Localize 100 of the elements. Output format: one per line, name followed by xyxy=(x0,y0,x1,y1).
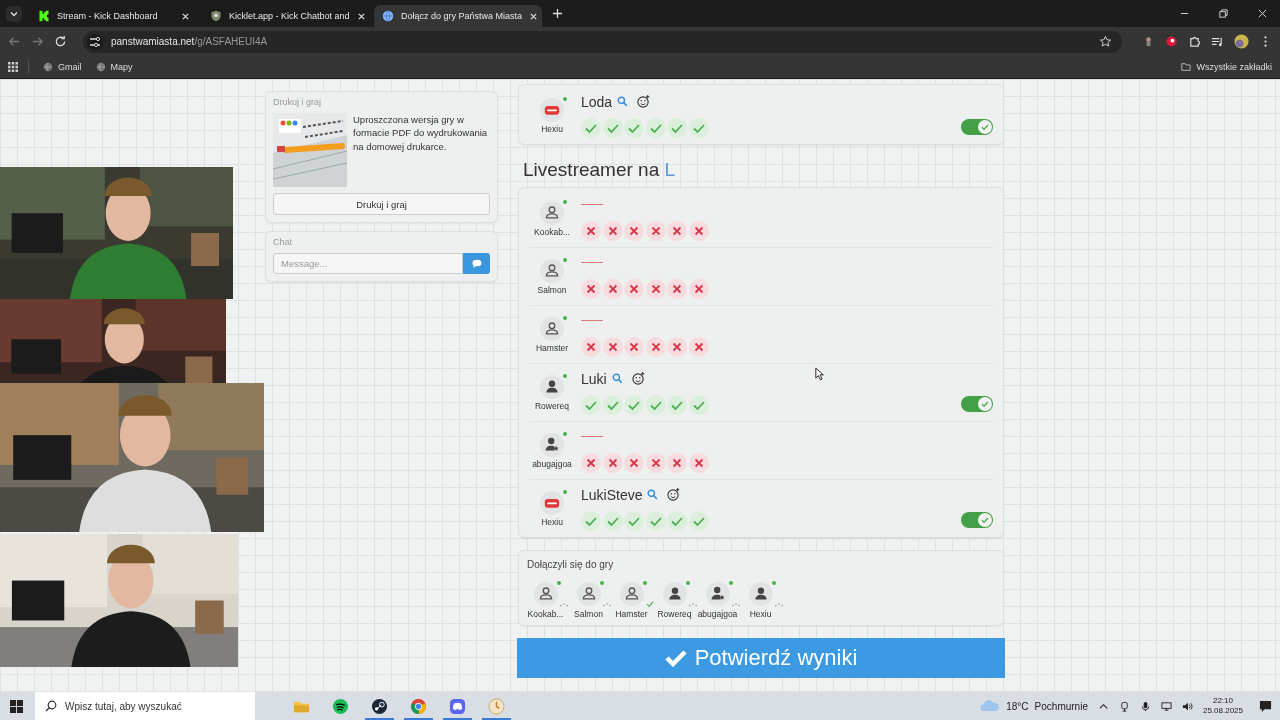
check-icon[interactable] xyxy=(602,510,623,531)
check-icon xyxy=(664,649,687,667)
cross-icon[interactable] xyxy=(688,336,709,357)
check-icon[interactable] xyxy=(581,394,601,415)
cross-icon[interactable] xyxy=(667,278,687,299)
avatar-icon xyxy=(619,582,644,606)
all-bookmarks-button[interactable]: Wszystkie zakładki xyxy=(1181,62,1272,72)
add-emoji-icon[interactable] xyxy=(667,488,681,501)
notifications-icon[interactable] xyxy=(1259,699,1272,713)
star-icon[interactable] xyxy=(1099,35,1112,48)
print-button[interactable]: Drukuj i graj xyxy=(273,193,490,215)
media-icon[interactable] xyxy=(1211,35,1224,48)
close-icon[interactable] xyxy=(529,11,539,21)
cross-icon[interactable] xyxy=(602,452,623,473)
cross-icon[interactable] xyxy=(581,220,601,241)
cross-icon[interactable] xyxy=(602,278,623,299)
check-icon[interactable] xyxy=(667,394,687,415)
cross-icon[interactable] xyxy=(602,336,623,357)
clock-date: 25.08.2025 xyxy=(1202,706,1243,716)
check-icon[interactable] xyxy=(581,117,601,138)
check-icon[interactable] xyxy=(624,510,644,531)
cross-icon[interactable] xyxy=(624,220,644,241)
check-icon[interactable] xyxy=(667,510,687,531)
check-icon[interactable] xyxy=(624,117,644,138)
check-icon[interactable] xyxy=(602,117,623,138)
cross-icon[interactable] xyxy=(624,278,644,299)
cross-icon[interactable] xyxy=(645,278,666,299)
bookmark[interactable]: Mapy xyxy=(95,62,133,72)
add-emoji-icon[interactable] xyxy=(631,372,645,385)
check-icon[interactable] xyxy=(688,117,709,138)
search-icon[interactable] xyxy=(611,373,623,384)
cross-icon[interactable] xyxy=(667,452,687,473)
webcam-icon[interactable] xyxy=(1118,700,1130,712)
close-icon[interactable] xyxy=(181,11,190,21)
browser-tab[interactable]: Kicklet.app - Kick Chatbot and xyxy=(202,5,370,27)
address-bar[interactable]: panstwamiasta.net/g/ASFAHEUI4A xyxy=(83,30,1122,53)
apps-icon[interactable] xyxy=(8,62,18,72)
bookmark[interactable]: Gmail xyxy=(43,62,82,72)
cross-icon[interactable] xyxy=(602,220,623,241)
windows-start-icon[interactable] xyxy=(10,699,23,713)
accept-toggle[interactable] xyxy=(961,395,993,412)
app-icon[interactable] xyxy=(482,697,511,720)
cross-icon[interactable] xyxy=(645,336,666,357)
close-icon[interactable] xyxy=(356,11,366,21)
globe-icon xyxy=(95,62,106,72)
reload-icon[interactable] xyxy=(54,35,67,48)
check-icon[interactable] xyxy=(688,510,709,531)
check-icon[interactable] xyxy=(645,394,666,415)
game-launcher-icon[interactable] xyxy=(365,697,394,720)
browser-tab[interactable]: Dołącz do gry Państwa Miasta xyxy=(374,5,542,27)
check-icon[interactable] xyxy=(624,394,644,415)
send-button[interactable] xyxy=(463,253,490,274)
check-icon[interactable] xyxy=(581,510,601,531)
player-name: Hexiu xyxy=(541,123,563,134)
record-icon[interactable] xyxy=(1165,35,1178,48)
message-field[interactable]: Message... xyxy=(273,253,463,274)
cross-icon[interactable] xyxy=(581,452,601,473)
empty-answer-dash xyxy=(581,319,603,322)
avatar-icon xyxy=(662,582,687,606)
puzzle-icon[interactable] xyxy=(1188,35,1201,48)
site-settings-icon[interactable] xyxy=(87,33,103,50)
forward-icon[interactable] xyxy=(31,35,44,48)
card-title: Drukuj i graj xyxy=(273,97,322,107)
search-icon[interactable] xyxy=(647,489,659,500)
profile-avatar[interactable] xyxy=(1234,34,1249,49)
taskbar-search-field[interactable]: Wpisz tutaj, aby wyszukać xyxy=(35,692,255,720)
cross-icon[interactable] xyxy=(581,278,601,299)
avatar-icon xyxy=(705,582,730,606)
cross-icon[interactable] xyxy=(688,452,709,473)
back-icon[interactable] xyxy=(8,35,21,48)
answer-text: Loda xyxy=(581,93,613,110)
cross-icon[interactable] xyxy=(624,452,644,473)
chat-app-icon[interactable] xyxy=(443,697,472,720)
cross-icon[interactable] xyxy=(581,336,601,357)
check-icon[interactable] xyxy=(667,117,687,138)
cross-icon[interactable] xyxy=(667,220,687,241)
add-emoji-icon[interactable] xyxy=(637,95,651,108)
accept-toggle[interactable] xyxy=(961,118,993,135)
avatar-icon xyxy=(540,97,564,122)
network-icon[interactable] xyxy=(1160,700,1172,712)
cross-icon[interactable] xyxy=(645,452,666,473)
speaker-icon[interactable] xyxy=(1181,700,1193,712)
empty-answer-dash xyxy=(581,203,603,206)
search-icon[interactable] xyxy=(617,96,629,107)
check-icon[interactable] xyxy=(688,394,709,415)
avatar-icon xyxy=(540,490,564,515)
browser-tab[interactable]: Stream - Kick Dashboard xyxy=(30,5,198,27)
accept-toggle[interactable] xyxy=(961,511,993,528)
new-tab-icon[interactable] xyxy=(552,8,563,19)
cross-icon[interactable] xyxy=(645,220,666,241)
check-icon[interactable] xyxy=(645,117,666,138)
check-icon[interactable] xyxy=(645,510,666,531)
browser-icon[interactable] xyxy=(404,697,433,720)
check-icon[interactable] xyxy=(602,394,623,415)
temperature: 18°C xyxy=(1006,700,1029,712)
cross-icon[interactable] xyxy=(688,278,709,299)
cross-icon[interactable] xyxy=(688,220,709,241)
cross-icon[interactable] xyxy=(667,336,687,357)
microphone-icon[interactable] xyxy=(1139,700,1151,712)
cross-icon[interactable] xyxy=(624,336,644,357)
